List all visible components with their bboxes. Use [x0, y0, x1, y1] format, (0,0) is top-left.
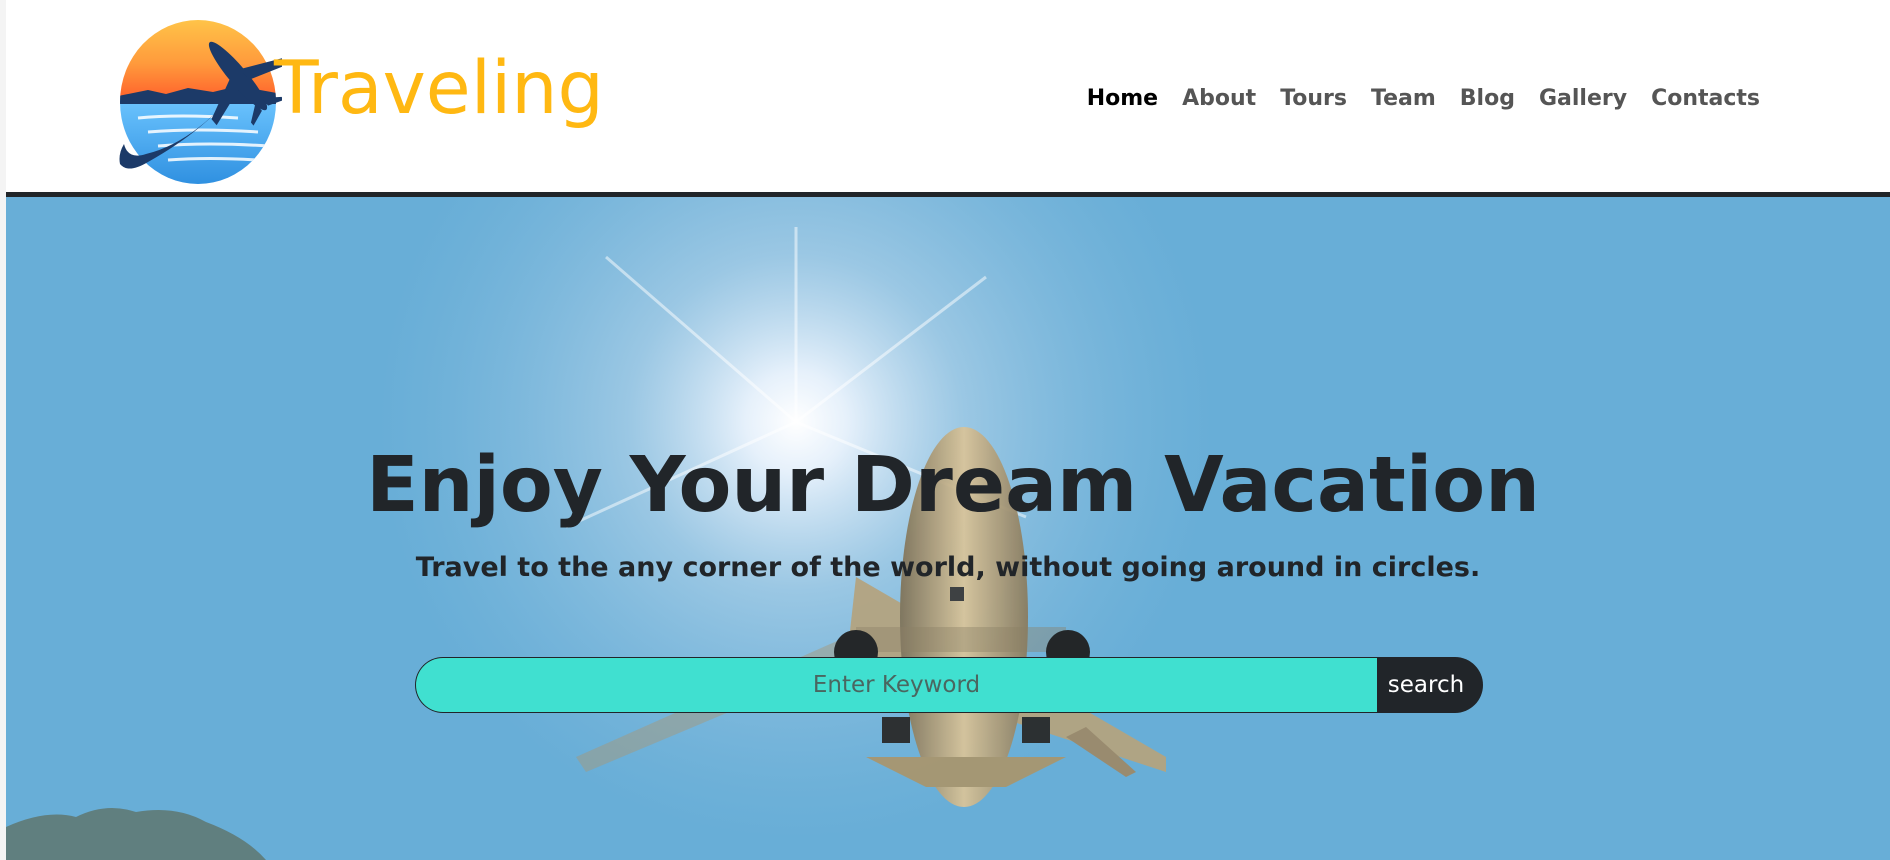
- search-input[interactable]: [415, 657, 1377, 713]
- nav-item-tours[interactable]: Tours: [1268, 84, 1359, 114]
- nav-item-home[interactable]: Home: [1075, 84, 1170, 114]
- page: Traveling Home About Tours Team Blog Gal…: [6, 0, 1890, 860]
- brand-link[interactable]: Traveling: [118, 14, 604, 184]
- brand-name[interactable]: Traveling: [274, 52, 604, 125]
- search-form: search: [415, 657, 1483, 713]
- search-button[interactable]: search: [1377, 657, 1483, 713]
- hero-title: Enjoy Your Dream Vacation: [6, 447, 1890, 524]
- nav-item-blog[interactable]: Blog: [1448, 84, 1527, 114]
- main-nav: Home About Tours Team Blog Gallery Conta…: [1075, 84, 1772, 114]
- airplane-sunset-logo-icon: [119, 20, 282, 184]
- nav-item-about[interactable]: About: [1170, 84, 1268, 114]
- navbar: Traveling Home About Tours Team Blog Gal…: [6, 0, 1890, 197]
- hero-section: Enjoy Your Dream Vacation Travel to the …: [6, 197, 1890, 860]
- hero-title-text: Enjoy Your Dream Vacation: [366, 441, 1540, 530]
- nav-item-contacts[interactable]: Contacts: [1639, 84, 1772, 114]
- hero-subtitle: Travel to the any corner of the world, w…: [415, 552, 1481, 583]
- nav-item-gallery[interactable]: Gallery: [1527, 84, 1639, 114]
- nav-item-team[interactable]: Team: [1359, 84, 1448, 114]
